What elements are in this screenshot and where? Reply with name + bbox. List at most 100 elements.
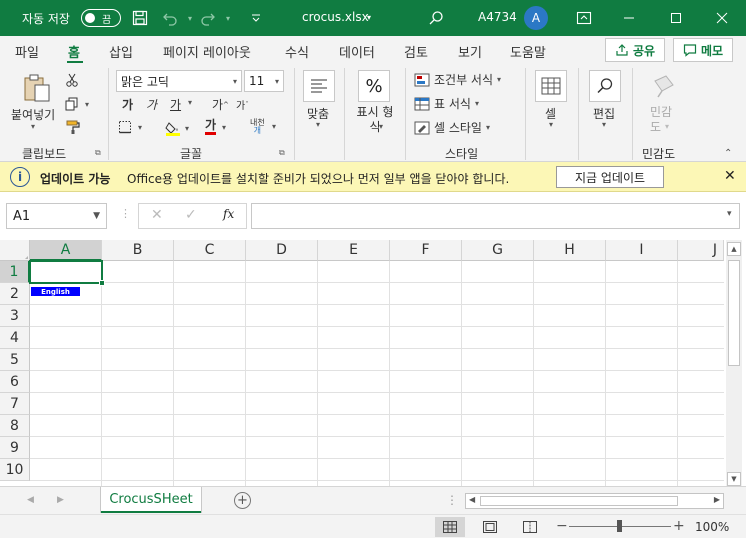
fill-color-icon[interactable]: ▾ bbox=[165, 120, 189, 136]
sheet-tab-crocussheet[interactable]: CrocusSHeet bbox=[101, 487, 201, 513]
fill-handle[interactable] bbox=[99, 280, 105, 286]
undo-icon[interactable] bbox=[160, 8, 180, 28]
vertical-scroll-thumb[interactable] bbox=[728, 260, 740, 366]
search-icon[interactable] bbox=[426, 8, 446, 28]
column-header-i[interactable]: I bbox=[606, 240, 678, 261]
column-header-g[interactable]: G bbox=[462, 240, 534, 261]
file-name[interactable]: crocus.xlsx bbox=[302, 10, 369, 24]
ribbon-display-icon[interactable] bbox=[574, 8, 594, 28]
name-box[interactable]: A1 ▼ bbox=[6, 203, 107, 229]
prev-sheet-icon[interactable]: ◀ bbox=[27, 495, 34, 505]
active-cell-a1[interactable] bbox=[29, 260, 105, 286]
normal-view-icon[interactable] bbox=[435, 517, 465, 537]
bold-button[interactable]: 가 bbox=[122, 96, 133, 113]
row-header-8[interactable]: 8 bbox=[0, 415, 30, 437]
horizontal-scrollbar[interactable]: ◀ ▶ bbox=[465, 493, 724, 509]
expand-formula-icon[interactable]: ▾ bbox=[727, 209, 732, 219]
minimize-icon[interactable] bbox=[619, 8, 639, 28]
scroll-left-icon[interactable]: ◀ bbox=[469, 495, 475, 504]
phonetic-button[interactable]: 내천 개 bbox=[250, 119, 265, 135]
redo-icon[interactable] bbox=[198, 8, 218, 28]
page-break-view-icon[interactable] bbox=[515, 517, 545, 537]
alignment-dropdown-icon[interactable]: ▾ bbox=[316, 120, 320, 129]
customize-qat-icon[interactable] bbox=[246, 8, 266, 28]
copy-icon[interactable]: ▾ bbox=[65, 97, 89, 111]
column-header-a[interactable]: A bbox=[30, 240, 102, 261]
insert-function-button[interactable]: fx bbox=[223, 207, 234, 221]
tab-data[interactable]: 데이터 bbox=[339, 42, 375, 61]
conditional-format-button[interactable]: 조건부 서식 ▾ bbox=[414, 71, 501, 88]
add-sheet-icon[interactable]: + bbox=[234, 492, 251, 509]
column-header-d[interactable]: D bbox=[246, 240, 318, 261]
row-header-7[interactable]: 7 bbox=[0, 393, 30, 415]
tab-view[interactable]: 보기 bbox=[458, 42, 482, 61]
clipboard-launcher-icon[interactable]: ⧉ bbox=[95, 148, 101, 158]
column-header-h[interactable]: H bbox=[534, 240, 606, 261]
increase-font-button[interactable]: 가 ^ bbox=[212, 96, 229, 113]
column-header-c[interactable]: C bbox=[174, 240, 246, 261]
redo-dropdown-icon[interactable]: ▾ bbox=[218, 8, 238, 28]
cut-icon[interactable] bbox=[65, 73, 79, 87]
close-infobar-icon[interactable]: ✕ bbox=[724, 168, 736, 184]
tab-file[interactable]: 파일 bbox=[15, 42, 39, 61]
cancel-icon[interactable]: ✕ bbox=[151, 207, 163, 223]
cells-dropdown-icon[interactable]: ▾ bbox=[549, 120, 553, 129]
tab-page-layout[interactable]: 페이지 레이아웃 bbox=[163, 42, 251, 61]
percent-icon[interactable]: % bbox=[358, 70, 390, 102]
number-format-label[interactable]: 표시 형식 bbox=[354, 105, 396, 135]
row-header-6[interactable]: 6 bbox=[0, 371, 30, 393]
cell-styles-button[interactable]: 셀 스타일 ▾ bbox=[414, 119, 490, 136]
row-header-3[interactable]: 3 bbox=[0, 305, 30, 327]
column-header-e[interactable]: E bbox=[318, 240, 390, 261]
column-header-b[interactable]: B bbox=[102, 240, 174, 261]
collapse-ribbon-icon[interactable]: ⌃ bbox=[724, 148, 732, 159]
font-size-dropdown[interactable]: 11 ▾ bbox=[244, 70, 284, 92]
tab-review[interactable]: 검토 bbox=[404, 42, 428, 61]
format-painter-icon[interactable] bbox=[65, 119, 81, 135]
find-icon[interactable] bbox=[589, 70, 621, 102]
scroll-up-icon[interactable]: ▲ bbox=[727, 242, 741, 256]
tab-formulas[interactable]: 수식 bbox=[285, 42, 309, 61]
scroll-down-icon[interactable]: ▼ bbox=[727, 472, 741, 486]
row-header-9[interactable]: 9 bbox=[0, 437, 30, 459]
italic-button[interactable]: 가 bbox=[146, 96, 157, 113]
comments-button[interactable]: 메모 bbox=[673, 38, 733, 62]
underline-button[interactable]: 가 bbox=[170, 96, 181, 113]
autosave-toggle[interactable]: 끔 bbox=[81, 9, 121, 27]
row-header-1[interactable]: 1 bbox=[0, 261, 30, 283]
zoom-level[interactable]: 100% bbox=[695, 520, 729, 534]
underline-dropdown-icon[interactable]: ▾ bbox=[188, 98, 192, 107]
phonetic-dropdown-icon[interactable]: ▾ bbox=[272, 122, 276, 131]
select-all-corner[interactable] bbox=[0, 240, 30, 261]
paste-button-label[interactable]: 붙여넣기 bbox=[11, 106, 55, 123]
tab-home[interactable]: 홈 bbox=[68, 42, 80, 61]
column-header-f[interactable]: F bbox=[390, 240, 462, 261]
cell-a2-content[interactable]: English bbox=[31, 287, 80, 296]
tab-help[interactable]: 도움말 bbox=[510, 42, 546, 61]
paste-icon[interactable] bbox=[21, 72, 53, 104]
zoom-in-icon[interactable]: + bbox=[673, 518, 685, 534]
row-header-5[interactable]: 5 bbox=[0, 349, 30, 371]
font-color-button[interactable]: 가 ▾ bbox=[205, 119, 226, 135]
row-header-4[interactable]: 4 bbox=[0, 327, 30, 349]
font-launcher-icon[interactable]: ⧉ bbox=[279, 148, 285, 158]
horizontal-scroll-thumb[interactable] bbox=[480, 496, 678, 506]
next-sheet-icon[interactable]: ▶ bbox=[57, 495, 64, 505]
zoom-out-icon[interactable]: − bbox=[556, 518, 568, 534]
font-name-dropdown[interactable]: 맑은 고딕 ▾ bbox=[116, 70, 242, 92]
update-now-button[interactable]: 지금 업데이트 bbox=[556, 166, 664, 188]
close-icon[interactable] bbox=[712, 8, 732, 28]
format-as-table-button[interactable]: 표 서식 ▾ bbox=[414, 95, 479, 112]
align-icon[interactable] bbox=[303, 70, 335, 102]
cells-icon[interactable] bbox=[535, 70, 567, 102]
tab-split-grip-icon[interactable]: ⋮ bbox=[446, 493, 458, 507]
paste-dropdown-icon[interactable]: ▾ bbox=[31, 122, 35, 131]
scroll-right-icon[interactable]: ▶ bbox=[714, 495, 720, 504]
formula-input[interactable] bbox=[251, 203, 740, 229]
share-button[interactable]: 공유 bbox=[605, 38, 665, 62]
enter-icon[interactable]: ✓ bbox=[185, 207, 197, 223]
number-dropdown-icon[interactable]: ▾ bbox=[379, 122, 383, 131]
zoom-slider-thumb[interactable] bbox=[617, 520, 622, 532]
user-avatar[interactable]: A bbox=[524, 6, 548, 30]
editing-dropdown-icon[interactable]: ▾ bbox=[602, 120, 606, 129]
